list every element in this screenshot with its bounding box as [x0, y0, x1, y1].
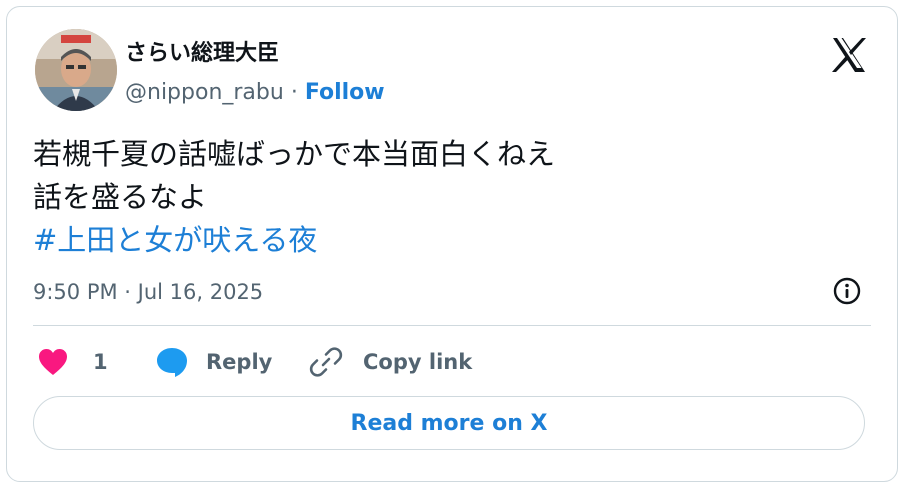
- user-handle[interactable]: @nippon_rabu: [125, 80, 284, 105]
- tweet-line-1: 若槻千夏の話嘘ばっかで本当面白くねえ: [33, 137, 556, 171]
- heart-icon: [37, 347, 69, 377]
- read-more-label: Read more on X: [350, 410, 548, 436]
- tweet-line-2: 話を盛るなよ: [33, 180, 208, 214]
- reply-label: Reply: [206, 350, 273, 374]
- hashtag-link[interactable]: #上田と女が吠える夜: [33, 219, 555, 262]
- separator-dot: ·: [283, 80, 305, 105]
- follow-link[interactable]: Follow: [305, 80, 385, 105]
- read-more-button[interactable]: Read more on X: [33, 396, 865, 450]
- x-logo-icon[interactable]: [829, 35, 869, 75]
- reply-bubble-icon: [155, 346, 189, 378]
- copy-link-button[interactable]: Copy link: [309, 345, 472, 379]
- like-count: 1: [93, 350, 108, 374]
- divider: [33, 325, 871, 326]
- copy-link-label: Copy link: [363, 350, 473, 374]
- like-button[interactable]: 1: [37, 345, 108, 379]
- tweet-text: 若槻千夏の話嘘ばっかで本当面白くねえ 話を盛るなよ #上田と女が吠える夜: [33, 133, 555, 262]
- embedded-tweet-card: さらい総理大臣 @nippon_rabu · Follow 若槻千夏の話嘘ばっか…: [6, 6, 898, 482]
- avatar[interactable]: [35, 29, 117, 111]
- reply-button[interactable]: Reply: [155, 345, 272, 379]
- handle-row: @nippon_rabu · Follow: [125, 79, 385, 107]
- info-icon[interactable]: [833, 277, 861, 305]
- link-icon: [309, 345, 343, 379]
- timestamp-link[interactable]: 9:50 PM · Jul 16, 2025: [33, 277, 263, 307]
- display-name[interactable]: さらい総理大臣: [125, 41, 279, 67]
